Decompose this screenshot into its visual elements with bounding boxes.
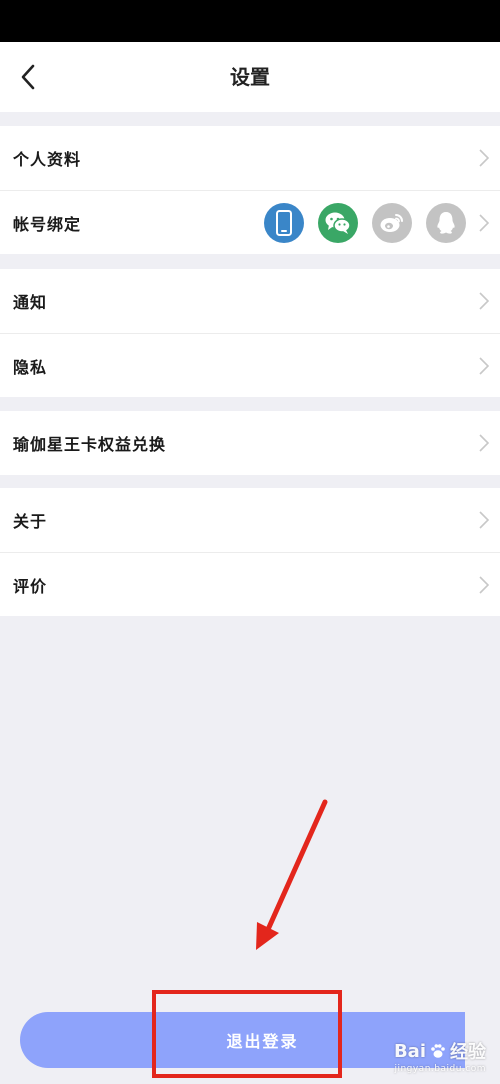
settings-item-label: 个人资料 [13, 150, 82, 169]
settings-item-label: 评价 [13, 576, 48, 596]
nav-bar: 设置 [0, 42, 500, 112]
settings-group-profile: 个人资料 帐号绑定 [0, 126, 500, 254]
watermark-brand-cn: 经验 [450, 1042, 486, 1063]
logout-button-label: 退出登录 [226, 1032, 299, 1051]
status-bar [0, 0, 500, 42]
settings-group-redeem: 瑜伽星王卡权益兑换 [0, 411, 500, 475]
settings-item-account-binding[interactable]: 帐号绑定 [0, 190, 500, 254]
settings-item-notifications[interactable]: 通知 [0, 269, 500, 333]
page-title: 设置 [230, 65, 270, 89]
settings-item-about[interactable]: 关于 [0, 488, 500, 552]
chevron-right-icon [479, 356, 490, 375]
account-binding-icons [264, 203, 466, 243]
chevron-right-icon [479, 213, 490, 232]
chevron-right-icon [479, 575, 490, 594]
settings-item-rate[interactable]: 评价 [0, 552, 500, 616]
settings-item-label: 关于 [13, 512, 48, 531]
wechat-icon[interactable] [318, 203, 358, 243]
qq-icon[interactable] [426, 203, 466, 243]
settings-item-label: 隐私 [13, 357, 48, 377]
settings-item-label: 瑜伽星王卡权益兑换 [13, 435, 167, 454]
settings-group-notify-privacy: 通知 隐私 [0, 269, 500, 397]
settings-item-label: 通知 [13, 293, 48, 312]
watermark-url: jingyan.baidu.com [394, 1064, 486, 1074]
settings-item-profile[interactable]: 个人资料 [0, 126, 500, 190]
watermark-brand-latin: Bai [393, 1040, 426, 1062]
chevron-right-icon [479, 149, 490, 167]
chevron-right-icon [479, 292, 490, 310]
settings-group-about: 关于 评价 [0, 488, 500, 616]
settings-item-card-redeem[interactable]: 瑜伽星王卡权益兑换 [0, 411, 500, 475]
phone-icon[interactable] [264, 203, 304, 243]
settings-item-label: 帐号绑定 [13, 214, 82, 234]
settings-item-privacy[interactable]: 隐私 [0, 333, 500, 397]
chevron-right-icon [479, 511, 490, 529]
watermark: Bai 经验 jingyan.baidu.com [393, 1038, 486, 1075]
chevron-right-icon [479, 434, 490, 452]
weibo-icon[interactable] [372, 203, 412, 243]
paw-icon [431, 1044, 445, 1058]
